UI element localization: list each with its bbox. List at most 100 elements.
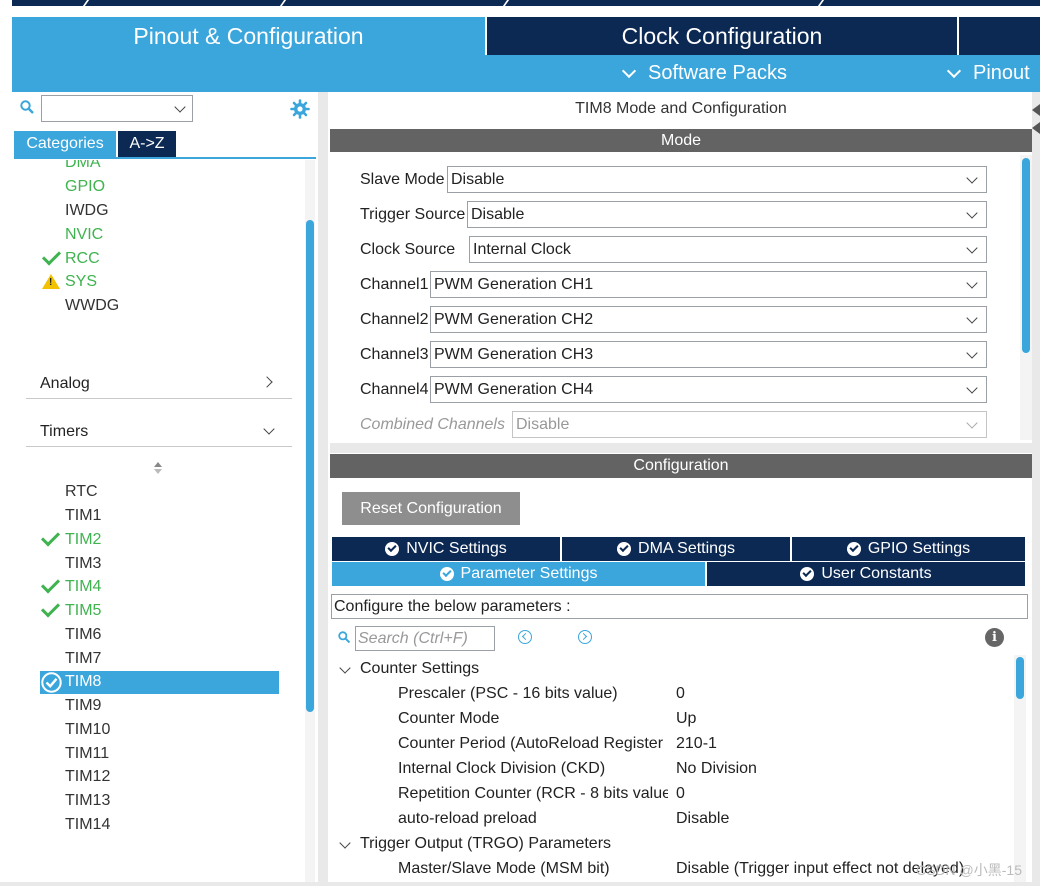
channel3-row: Channel3	[360, 341, 429, 369]
timer-item-tim7[interactable]: TIM7	[65, 648, 101, 670]
chevron-down-icon	[966, 347, 978, 359]
timer-item-tim4[interactable]: TIM4	[65, 576, 101, 598]
category-search-input[interactable]	[41, 95, 193, 122]
panel-divider[interactable]	[318, 92, 328, 886]
mode-header-label: Mode	[660, 131, 702, 149]
timer-item-tim2[interactable]: TIM2	[65, 529, 101, 551]
clock-source-select[interactable]: Internal Clock	[469, 236, 987, 263]
next-match-icon[interactable]	[578, 630, 592, 644]
channel1-row: Channel1	[360, 271, 429, 299]
configuration-header-label: Configuration	[633, 457, 729, 474]
field-label: Combined Channels	[360, 416, 505, 433]
search-icon[interactable]	[20, 100, 34, 114]
tab-pinout-configuration[interactable]: Pinout & Configuration	[12, 17, 485, 55]
pinout-menu[interactable]: Pinout	[946, 55, 1030, 92]
group-counter-settings[interactable]: Counter Settings	[360, 660, 479, 678]
chevron-down-icon	[946, 63, 962, 78]
category-item[interactable]: DMA	[65, 160, 101, 173]
software-packs-menu[interactable]: Software Packs	[621, 55, 787, 92]
sort-icon[interactable]	[153, 461, 163, 475]
group-trigger-output[interactable]: Trigger Output (TRGO) Parameters	[360, 835, 611, 853]
tab-dma-settings[interactable]: DMA Settings	[562, 537, 790, 561]
tab-parameter-settings[interactable]: Parameter Settings	[332, 562, 705, 586]
mode-section-header: Mode	[330, 129, 1032, 152]
trigger-source-select[interactable]: Disable	[467, 201, 987, 228]
timer-item-tim3[interactable]: TIM3	[65, 553, 101, 575]
tab-overflow[interactable]	[959, 17, 1040, 55]
timer-item-tim6[interactable]: TIM6	[65, 624, 101, 646]
tab-a-z-label: A->Z	[129, 135, 165, 152]
gear-icon[interactable]	[290, 99, 310, 119]
timer-item-tim12[interactable]: TIM12	[65, 766, 110, 788]
category-item[interactable]: SYS	[65, 271, 97, 293]
param-name: Repetition Counter (RCR - 8 bits value)	[398, 785, 668, 802]
tab-gpio-settings[interactable]: GPIO Settings	[792, 537, 1025, 561]
category-item[interactable]: WWDG	[65, 295, 119, 310]
tab-clock-configuration[interactable]: Clock Configuration	[487, 17, 957, 55]
select-value: PWM Generation CH1	[434, 276, 594, 293]
divider	[26, 446, 292, 447]
parameter-search-input[interactable]: Search (Ctrl+F)	[355, 626, 495, 651]
reset-configuration-button[interactable]: Reset Configuration	[342, 492, 520, 525]
chevron-down-icon	[966, 382, 978, 394]
select-value: PWM Generation CH3	[434, 346, 594, 363]
collapse-arrow-icon[interactable]	[1032, 104, 1040, 134]
clock-source-row: Clock Source	[360, 236, 455, 264]
parameter-scrollbar-thumb[interactable]	[1016, 657, 1024, 699]
tab-categories[interactable]: Categories	[14, 131, 116, 157]
divider	[26, 398, 292, 399]
param-name: Counter Mode	[398, 710, 500, 727]
chevron-down-icon[interactable]	[339, 662, 351, 674]
channel2-select[interactable]: PWM Generation CH2	[430, 306, 987, 333]
param-name: Internal Clock Division (CKD)	[398, 760, 606, 777]
chevron-down-icon	[966, 312, 978, 324]
timer-item-tim13[interactable]: TIM13	[65, 790, 110, 812]
section-analog[interactable]: Analog	[40, 375, 90, 393]
channel4-select[interactable]: PWM Generation CH4	[430, 376, 987, 403]
chevron-down-icon	[621, 63, 637, 78]
param-value[interactable]: 0	[676, 685, 685, 703]
mode-scrollbar-thumb[interactable]	[1022, 158, 1030, 353]
param-name: Counter Period (AutoReload Register - 16…	[398, 735, 668, 752]
section-timers[interactable]: Timers	[40, 423, 88, 441]
param-value[interactable]: No Division	[676, 760, 757, 778]
timer-item-tim9[interactable]: TIM9	[65, 695, 101, 717]
tab-a-z[interactable]: A->Z	[118, 131, 176, 157]
previous-match-icon[interactable]	[518, 630, 532, 644]
search-icon[interactable]	[338, 631, 350, 643]
timer-item-tim8[interactable]: TIM8	[65, 671, 101, 693]
field-label: Channel1	[360, 276, 429, 293]
tab-nvic-settings[interactable]: NVIC Settings	[332, 537, 560, 561]
trigger-source-row: Trigger Source	[360, 201, 465, 229]
timer-item-tim1[interactable]: TIM1	[65, 505, 101, 527]
tab-label: User Constants	[821, 565, 932, 582]
chevron-down-icon[interactable]	[339, 837, 351, 849]
reset-label: Reset Configuration	[360, 499, 502, 517]
category-item[interactable]: RCC	[65, 248, 100, 270]
info-icon[interactable]: i	[985, 628, 1004, 647]
timer-item-tim5[interactable]: TIM5	[65, 600, 101, 622]
tab-label: Parameter Settings	[460, 565, 598, 582]
check-icon	[41, 246, 62, 266]
channel1-select[interactable]: PWM Generation CH1	[430, 271, 987, 298]
category-item[interactable]: IWDG	[65, 200, 109, 222]
slave-mode-select[interactable]: Disable	[447, 166, 987, 193]
param-value[interactable]: Up	[676, 710, 696, 728]
category-item[interactable]: NVIC	[65, 224, 103, 246]
watermark: CSDN @小黑-15	[916, 862, 1023, 878]
system-core-list: DMA GPIO IWDG NVIC RCC ! SYS WWDG	[12, 160, 304, 310]
param-value[interactable]: 0	[676, 785, 685, 803]
tab-user-constants[interactable]: User Constants	[707, 562, 1025, 586]
timer-item-rtc[interactable]: RTC	[65, 481, 98, 503]
panel-divider[interactable]	[330, 443, 1032, 453]
timer-item-tim10[interactable]: TIM10	[65, 719, 110, 741]
category-item[interactable]: GPIO	[65, 176, 105, 198]
timer-item-tim11[interactable]: TIM11	[65, 743, 109, 765]
param-name: Master/Slave Mode (MSM bit)	[398, 860, 610, 877]
left-scrollbar-thumb[interactable]	[306, 220, 314, 712]
param-value[interactable]: Disable	[676, 810, 729, 828]
param-value[interactable]: 210-1	[676, 735, 717, 753]
timer-item-tim14[interactable]: TIM14	[65, 814, 110, 836]
chevron-down-icon	[966, 207, 978, 219]
channel3-select[interactable]: PWM Generation CH3	[430, 341, 987, 368]
